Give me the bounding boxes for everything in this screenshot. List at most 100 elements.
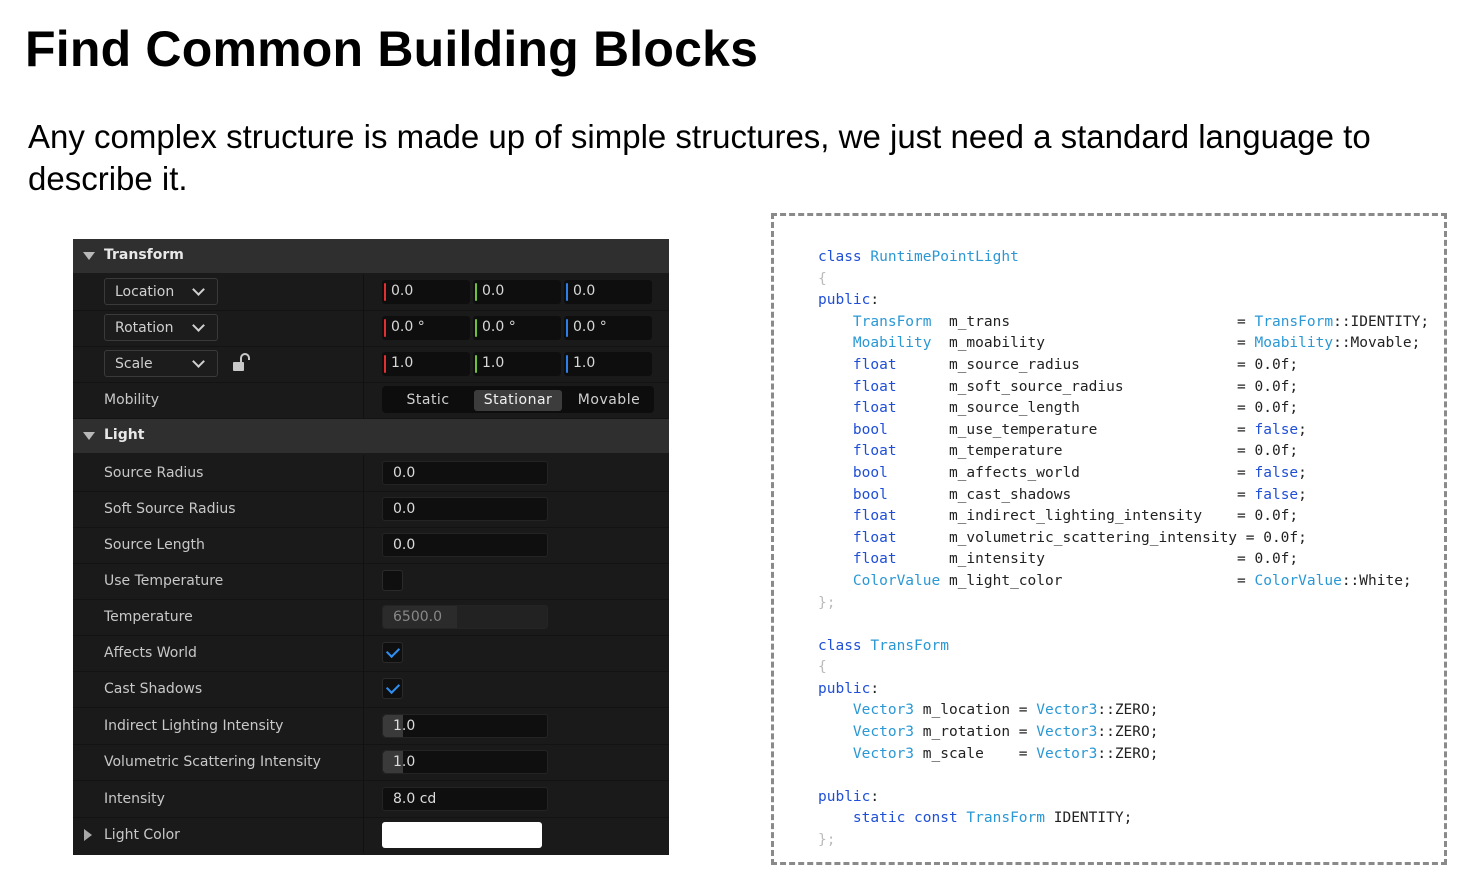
mobility-option-movable[interactable]: Movable — [565, 390, 653, 411]
code-token: { — [818, 659, 827, 676]
use-temperature-checkbox[interactable] — [382, 570, 403, 591]
rotation-z-field[interactable]: 0.0 ° — [564, 316, 652, 340]
code-line: bool m_cast_shadows = false; — [818, 485, 1429, 507]
code-token: m_trans = — [931, 313, 1255, 330]
unlock-icon[interactable] — [231, 352, 253, 374]
code-token: float — [852, 529, 897, 546]
scale-row: Scale 1.0 1.0 1.0 — [73, 346, 669, 383]
light-color-swatch[interactable] — [382, 822, 542, 848]
code-token: float — [852, 356, 897, 373]
collapse-triangle-icon[interactable] — [83, 252, 95, 260]
z-axis-marker — [566, 355, 568, 373]
source-length-input[interactable]: 0.0 — [382, 533, 548, 557]
code-token: m_rotation = — [914, 724, 1037, 741]
light-section-header[interactable]: Light — [73, 419, 669, 453]
source-radius-values: 0.0 — [363, 455, 670, 491]
location-row: Location 0.0 0.0 0.0 — [73, 274, 669, 311]
code-line: float m_temperature = 0.0f; — [818, 441, 1429, 463]
slide-subtitle: Any complex structure is made up of simp… — [28, 118, 1371, 197]
rotation-x-field[interactable]: 0.0 ° — [382, 316, 470, 340]
mobility-segmented-control: Static Stationar Movable — [382, 386, 654, 413]
scale-z-value: 1.0 — [573, 355, 596, 371]
code-token: ::ZERO; — [1097, 702, 1159, 719]
scale-x-field[interactable]: 1.0 — [382, 352, 470, 376]
code-token: RuntimePointLight — [870, 249, 1019, 265]
location-y-value: 0.0 — [482, 283, 505, 299]
code-line: float m_soft_source_radius = 0.0f; — [818, 377, 1429, 399]
y-axis-marker — [475, 319, 477, 337]
code-line: static const TransForm IDENTITY; — [818, 808, 1429, 830]
scale-z-field[interactable]: 1.0 — [564, 352, 652, 376]
location-dropdown[interactable]: Location — [104, 278, 218, 305]
code-line: float m_intensity = 0.0f; — [818, 549, 1429, 571]
code-token: Vector3 — [1036, 702, 1098, 719]
location-z-field[interactable]: 0.0 — [564, 280, 652, 304]
cast-shadows-checkbox[interactable] — [382, 678, 403, 699]
z-axis-marker — [566, 283, 568, 301]
scale-y-field[interactable]: 1.0 — [473, 352, 561, 376]
chevron-down-icon — [192, 355, 205, 368]
code-token: Vector3 — [852, 702, 915, 719]
code-token: class — [818, 249, 871, 265]
code-token: m_source_length = 0.0f; — [896, 400, 1299, 417]
transform-section-header[interactable]: Transform — [73, 239, 669, 273]
rotation-dropdown[interactable]: Rotation — [104, 314, 218, 341]
rotation-y-field[interactable]: 0.0 ° — [473, 316, 561, 340]
affects-world-row: Affects World — [73, 635, 669, 672]
intensity-row: Intensity 8.0 cd — [73, 781, 669, 818]
location-y-field[interactable]: 0.0 — [473, 280, 561, 304]
code-token: ColorValue — [852, 572, 941, 589]
mobility-option-static[interactable]: Static — [384, 390, 472, 411]
code-token: m_source_radius = 0.0f; — [896, 356, 1299, 373]
code-token: : — [870, 788, 880, 805]
soft-source-radius-input[interactable]: 0.0 — [382, 497, 548, 521]
code-token: Vector3 — [852, 724, 915, 741]
indirect-lighting-intensity-slider[interactable]: 1.0 — [382, 714, 548, 738]
affects-world-checkbox[interactable] — [382, 642, 403, 663]
volumetric-scattering-intensity-value: 1.0 — [393, 754, 416, 770]
code-token: public — [818, 292, 871, 309]
expand-triangle-icon[interactable] — [83, 828, 93, 842]
code-line: Moability m_moability = Moability::Movab… — [818, 333, 1429, 355]
code-line: Vector3 m_scale = Vector3::ZERO; — [818, 744, 1429, 766]
code-token: m_light_color = — [940, 572, 1255, 589]
code-token: false — [1254, 464, 1299, 481]
code-token: : — [870, 292, 880, 309]
mobility-option-stationary[interactable]: Stationar — [474, 390, 562, 411]
source-radius-input[interactable]: 0.0 — [382, 461, 548, 485]
intensity-input[interactable]: 8.0 cd — [382, 787, 548, 811]
collapse-triangle-icon[interactable] — [83, 432, 95, 440]
cast-shadows-values — [363, 671, 670, 707]
intensity-label: Intensity — [104, 791, 165, 807]
code-token: float — [852, 443, 897, 460]
location-x-field[interactable]: 0.0 — [382, 280, 470, 304]
code-token: float — [852, 508, 897, 525]
code-token: m_volumetric_scattering_intensity = 0.0f… — [896, 529, 1307, 546]
y-axis-marker — [475, 355, 477, 373]
use-temperature-values — [363, 563, 670, 599]
volumetric-scattering-intensity-slider[interactable]: 1.0 — [382, 750, 548, 774]
source-length-values: 0.0 — [363, 527, 670, 563]
light-color-values — [363, 817, 670, 853]
code-line: float m_volumetric_scattering_intensity … — [818, 528, 1429, 550]
temperature-values: 6500.0 — [363, 599, 670, 635]
code-token: class — [818, 637, 871, 654]
code-line: class TransForm — [818, 636, 1429, 658]
code-token: Moability — [1254, 335, 1334, 352]
code-token: Vector3 — [1036, 724, 1098, 741]
source-radius-label: Source Radius — [104, 465, 204, 481]
code-token: TransForm — [870, 637, 949, 654]
temperature-label: Temperature — [104, 609, 193, 625]
scale-dropdown[interactable]: Scale — [104, 350, 218, 377]
code-line: float m_source_length = 0.0f; — [818, 398, 1429, 420]
mobility-row: Mobility Static Stationar Movable — [73, 382, 669, 419]
location-dropdown-label: Location — [115, 284, 175, 300]
